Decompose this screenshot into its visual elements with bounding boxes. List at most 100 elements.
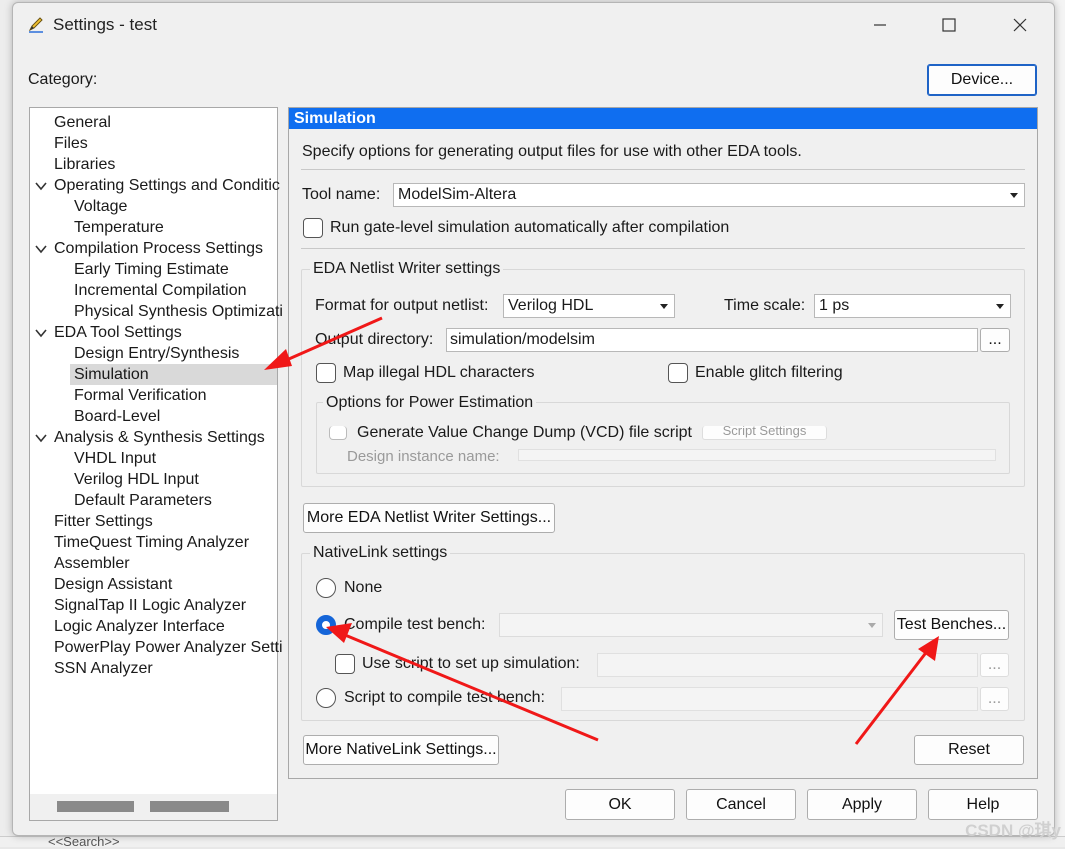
maximize-button[interactable] <box>929 11 969 39</box>
tool-name-select[interactable]: ModelSim-Altera <box>393 183 1025 207</box>
background-editor-edge <box>1054 0 1065 847</box>
tree-item[interactable]: Temperature <box>74 217 277 238</box>
ok-button[interactable]: OK <box>565 789 675 820</box>
tree-item-label: Compilation Process Settings <box>54 240 263 257</box>
tree-item[interactable]: Assembler <box>54 553 277 574</box>
close-button[interactable] <box>1000 11 1040 39</box>
tree-item-label: Logic Analyzer Interface <box>54 618 225 635</box>
background-bottom-strip: <<Search>> <box>0 834 1065 849</box>
tree-horizontal-scrollbar[interactable] <box>30 794 277 820</box>
use-script-browse-button[interactable]: ... <box>980 653 1009 677</box>
tree-item[interactable]: Fitter Settings <box>54 511 277 532</box>
script-compile-input[interactable] <box>561 687 978 711</box>
run-gate-level-checkbox[interactable] <box>303 218 323 238</box>
use-script-input[interactable] <box>597 653 978 677</box>
use-script-label: Use script to set up simulation: <box>362 655 580 672</box>
category-label: Category: <box>28 71 98 88</box>
tree-item-label: Early Timing Estimate <box>74 261 229 278</box>
map-illegal-hdl-label: Map illegal HDL characters <box>343 364 535 381</box>
tree-item-label: EDA Tool Settings <box>54 324 182 341</box>
category-tree[interactable]: General Files Libraries Operating Settings … <box>29 107 283 821</box>
script-compile-browse-button[interactable]: ... <box>980 687 1009 711</box>
test-benches-button[interactable]: Test Benches... <box>894 610 1009 640</box>
format-select[interactable]: Verilog HDL <box>503 294 675 318</box>
title-bar[interactable]: Settings - test <box>13 3 1054 47</box>
script-settings-button[interactable]: Script Settings <box>702 426 827 440</box>
divider <box>301 248 1025 249</box>
cancel-button[interactable]: Cancel <box>686 789 796 820</box>
tree-item[interactable]: General <box>54 112 277 133</box>
timescale-select[interactable]: 1 ps <box>814 294 1011 318</box>
chevron-down-icon[interactable] <box>34 431 48 445</box>
tree-item[interactable]: Simulation <box>70 364 277 385</box>
apply-button[interactable]: Apply <box>807 789 917 820</box>
tree-item-label: Design Entry/Synthesis <box>74 345 240 362</box>
output-directory-browse-button[interactable]: ... <box>980 328 1010 352</box>
tree-item[interactable]: SSN Analyzer <box>54 658 277 679</box>
tree-item-label: Default Parameters <box>74 492 212 509</box>
scrollbar-thumb-left[interactable] <box>57 801 134 812</box>
scrollbar-thumb-right[interactable] <box>150 801 229 812</box>
tree-item[interactable]: Libraries <box>54 154 277 175</box>
more-netlist-settings-button[interactable]: More EDA Netlist Writer Settings... <box>303 503 555 533</box>
settings-pen-icon <box>28 17 43 33</box>
compile-test-bench-label: Compile test bench: <box>344 616 486 633</box>
tree-item[interactable]: EDA Tool Settings <box>54 322 277 343</box>
map-illegal-hdl-checkbox[interactable] <box>316 363 336 383</box>
tree-item[interactable]: Physical Synthesis Optimizati <box>74 301 283 322</box>
chevron-down-icon[interactable] <box>34 242 48 256</box>
simulation-panel: Simulation Specify options for generatin… <box>288 107 1038 779</box>
settings-dialog: Settings - test Category: Device... Gene… <box>12 2 1055 836</box>
tree-item[interactable]: TimeQuest Timing Analyzer <box>54 532 277 553</box>
maximize-icon <box>942 18 956 32</box>
tree-item[interactable]: Compilation Process Settings <box>54 238 277 259</box>
compile-test-bench-radio[interactable] <box>316 615 336 635</box>
script-compile-radio[interactable] <box>316 688 336 708</box>
tool-name-value: ModelSim-Altera <box>398 186 517 203</box>
tree-item[interactable]: Operating Settings and Conditic <box>54 175 280 196</box>
window-title: Settings - test <box>53 15 157 34</box>
none-radio[interactable] <box>316 578 336 598</box>
format-label: Format for output netlist: <box>315 297 489 314</box>
vcd-checkbox[interactable] <box>329 426 347 440</box>
tree-item[interactable]: Voltage <box>74 196 277 217</box>
tree-item[interactable]: Design Assistant <box>54 574 277 595</box>
tree-item-label: SignalTap II Logic Analyzer <box>54 597 247 614</box>
tree-item[interactable]: Logic Analyzer Interface <box>54 616 277 637</box>
tree-item[interactable]: Board-Level <box>74 406 277 427</box>
tree-item-label: Simulation <box>74 366 149 383</box>
nativelink-group-title: NativeLink settings <box>310 544 451 562</box>
tree-item[interactable]: SignalTap II Logic Analyzer <box>54 595 277 616</box>
device-button[interactable]: Device... <box>927 64 1037 96</box>
tree-item-label: TimeQuest Timing Analyzer <box>54 534 250 551</box>
chevron-down-icon[interactable] <box>34 179 48 193</box>
reset-button[interactable]: Reset <box>914 735 1024 765</box>
format-value: Verilog HDL <box>508 297 594 314</box>
tree-item-label: Verilog HDL Input <box>74 471 199 488</box>
tree-item-label: Board-Level <box>74 408 161 425</box>
minimize-button[interactable] <box>860 11 900 39</box>
tree-item[interactable]: VHDL Input <box>74 448 277 469</box>
output-directory-input[interactable]: simulation/modelsim <box>446 328 978 352</box>
tree-item[interactable]: Incremental Compilation <box>74 280 277 301</box>
timescale-label: Time scale: <box>724 297 806 314</box>
chevron-down-icon <box>1010 193 1018 198</box>
tree-item[interactable]: Early Timing Estimate <box>74 259 277 280</box>
tree-item[interactable]: Analysis & Synthesis Settings <box>54 427 277 448</box>
chevron-down-icon[interactable] <box>34 326 48 340</box>
more-nativelink-settings-button[interactable]: More NativeLink Settings... <box>303 735 499 765</box>
tree-item[interactable]: Verilog HDL Input <box>74 469 277 490</box>
tree-item-label: Operating Settings and Conditic <box>54 177 280 194</box>
glitch-filtering-checkbox[interactable] <box>668 363 688 383</box>
compile-test-bench-select[interactable] <box>499 613 883 637</box>
glitch-filtering-label: Enable glitch filtering <box>695 364 843 381</box>
use-script-checkbox[interactable] <box>335 654 355 674</box>
tree-item[interactable]: Formal Verification <box>74 385 277 406</box>
tree-item[interactable]: PowerPlay Power Analyzer Setti <box>54 637 283 658</box>
design-instance-input[interactable] <box>518 449 996 461</box>
output-directory-label: Output directory: <box>315 331 434 348</box>
tree-item[interactable]: Files <box>54 133 277 154</box>
tree-item[interactable]: Design Entry/Synthesis <box>74 343 277 364</box>
divider <box>301 169 1025 170</box>
tree-item[interactable]: Default Parameters <box>74 490 277 511</box>
